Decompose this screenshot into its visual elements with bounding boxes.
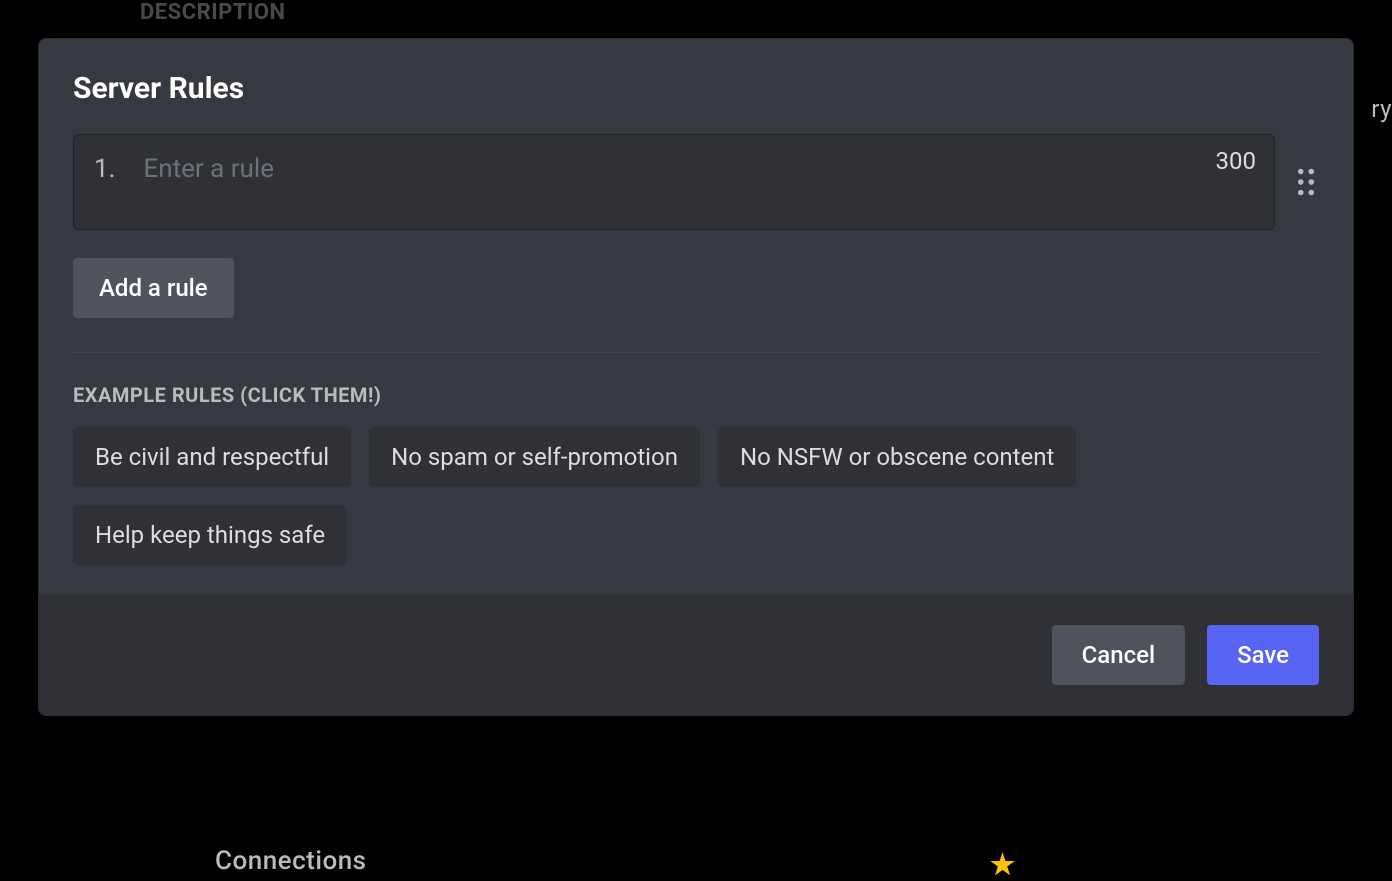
backdrop-partial-text: ry xyxy=(1371,95,1392,123)
drag-handle-icon[interactable] xyxy=(1293,164,1319,200)
add-rule-button[interactable]: Add a rule xyxy=(73,258,234,318)
star-icon: ★ xyxy=(990,848,1016,881)
rule-input-container: 1. 300 xyxy=(73,134,1275,230)
backdrop-description-label: DESCRIPTION xyxy=(140,0,286,25)
divider xyxy=(73,352,1319,353)
modal-footer: Cancel Save xyxy=(39,595,1353,715)
example-rules-heading: Example Rules (click them!) xyxy=(73,383,1319,407)
save-button[interactable]: Save xyxy=(1207,625,1319,685)
rule-number: 1. xyxy=(94,149,115,191)
example-rule-chip[interactable]: No spam or self-promotion xyxy=(369,427,700,487)
example-rule-chip[interactable]: Help keep things safe xyxy=(73,505,347,565)
example-rule-chip[interactable]: No NSFW or obscene content xyxy=(718,427,1076,487)
example-rules-list: Be civil and respectful No spam or self-… xyxy=(73,427,1319,565)
server-rules-modal: Server Rules 1. 300 Add a rule Examp xyxy=(38,38,1354,716)
rule-char-limit: 300 xyxy=(1216,147,1256,175)
rule-row: 1. 300 xyxy=(73,134,1319,230)
backdrop-connections-label: Connections xyxy=(215,846,367,876)
rule-input[interactable] xyxy=(143,149,1254,191)
cancel-button[interactable]: Cancel xyxy=(1052,625,1185,685)
modal-title: Server Rules xyxy=(73,71,1319,106)
example-rule-chip[interactable]: Be civil and respectful xyxy=(73,427,351,487)
modal-body: Server Rules 1. 300 Add a rule Examp xyxy=(39,39,1353,595)
